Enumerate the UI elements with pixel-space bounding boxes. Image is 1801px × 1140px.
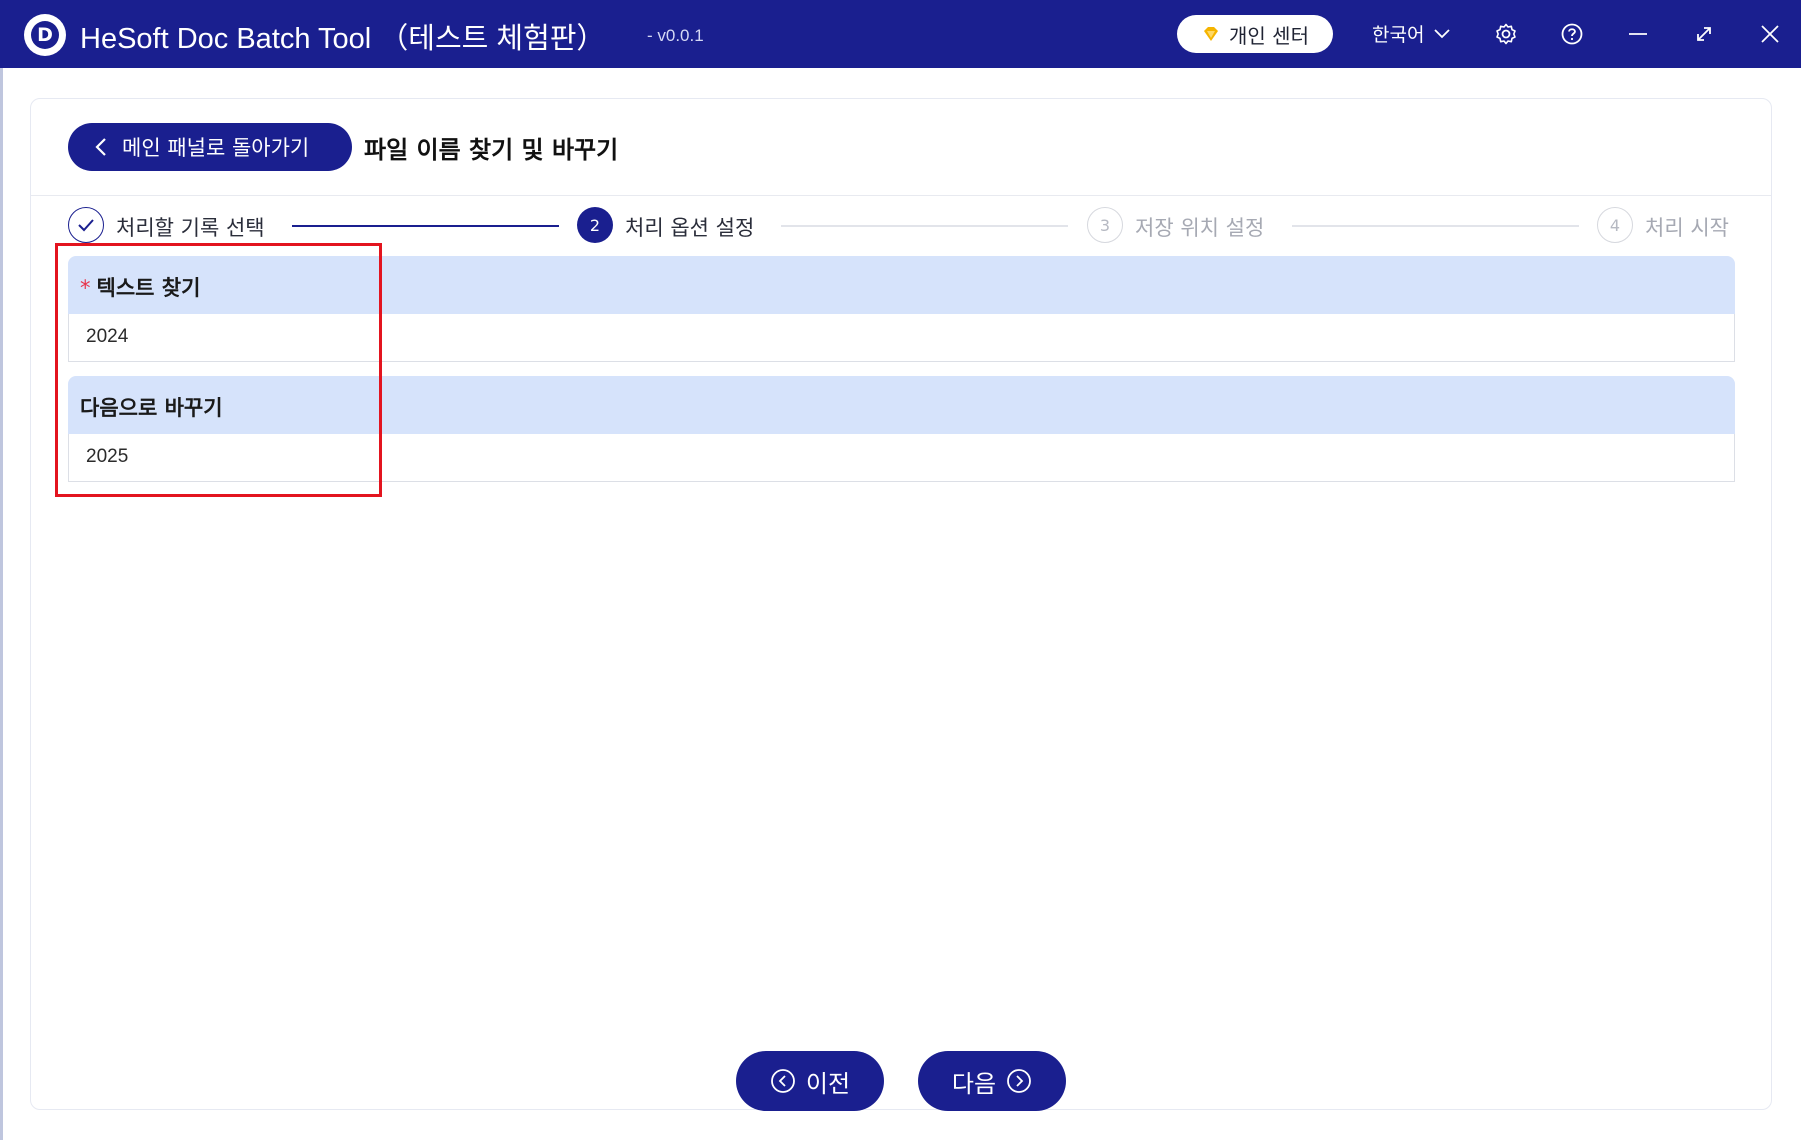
minimize-icon[interactable] <box>1624 20 1652 48</box>
step-3-number: 3 <box>1087 207 1123 243</box>
step-4-label: 처리 시작 <box>1645 216 1729 240</box>
window-edge <box>0 68 3 1140</box>
title-bar: D HeSoft Doc Batch Tool （테스트 체험판） - v0.0… <box>0 0 1801 68</box>
page-title: 파일 이름 찾기 및 바꾸기 <box>364 136 619 164</box>
chevron-left-icon <box>95 138 106 156</box>
diamond-icon <box>1204 27 1219 41</box>
header-divider <box>31 195 1771 196</box>
step-2-label: 처리 옵션 설정 <box>625 216 755 240</box>
next-button[interactable]: 다음 <box>918 1051 1066 1111</box>
personal-center-label: 개인 센터 <box>1229 23 1309 48</box>
help-icon[interactable] <box>1558 20 1586 48</box>
highlight-box <box>55 243 382 497</box>
settings-gear-icon[interactable] <box>1492 20 1520 48</box>
back-to-main-button[interactable]: 메인 패널로 돌아가기 <box>68 123 352 171</box>
maximize-icon[interactable] <box>1690 20 1718 48</box>
previous-button[interactable]: 이전 <box>736 1051 884 1111</box>
language-selector[interactable]: 한국어 <box>1372 20 1451 47</box>
step-2-number: 2 <box>577 207 613 243</box>
step-connector-3 <box>1292 225 1579 227</box>
app-title: HeSoft Doc Batch Tool （테스트 체험판） <box>80 23 606 55</box>
step-1-label: 처리할 기록 선택 <box>116 216 265 240</box>
personal-center-button[interactable]: 개인 센터 <box>1177 15 1333 53</box>
app-logo-icon: D <box>24 14 66 56</box>
chevron-down-icon <box>1434 28 1451 38</box>
circle-chevron-left-icon <box>771 1069 795 1093</box>
app-version: - v0.0.1 <box>647 26 704 45</box>
step-connector-2 <box>781 225 1068 227</box>
next-label: 다음 <box>951 1069 997 1098</box>
back-button-label: 메인 패널로 돌아가기 <box>122 136 310 160</box>
step-1-check-icon <box>68 207 104 243</box>
previous-label: 이전 <box>805 1069 851 1098</box>
step-4-number: 4 <box>1597 207 1633 243</box>
circle-chevron-right-icon <box>1007 1069 1031 1093</box>
step-3-label: 저장 위치 설정 <box>1135 216 1265 240</box>
close-icon[interactable] <box>1756 20 1784 48</box>
language-label: 한국어 <box>1372 24 1425 46</box>
step-connector-1 <box>292 225 559 227</box>
